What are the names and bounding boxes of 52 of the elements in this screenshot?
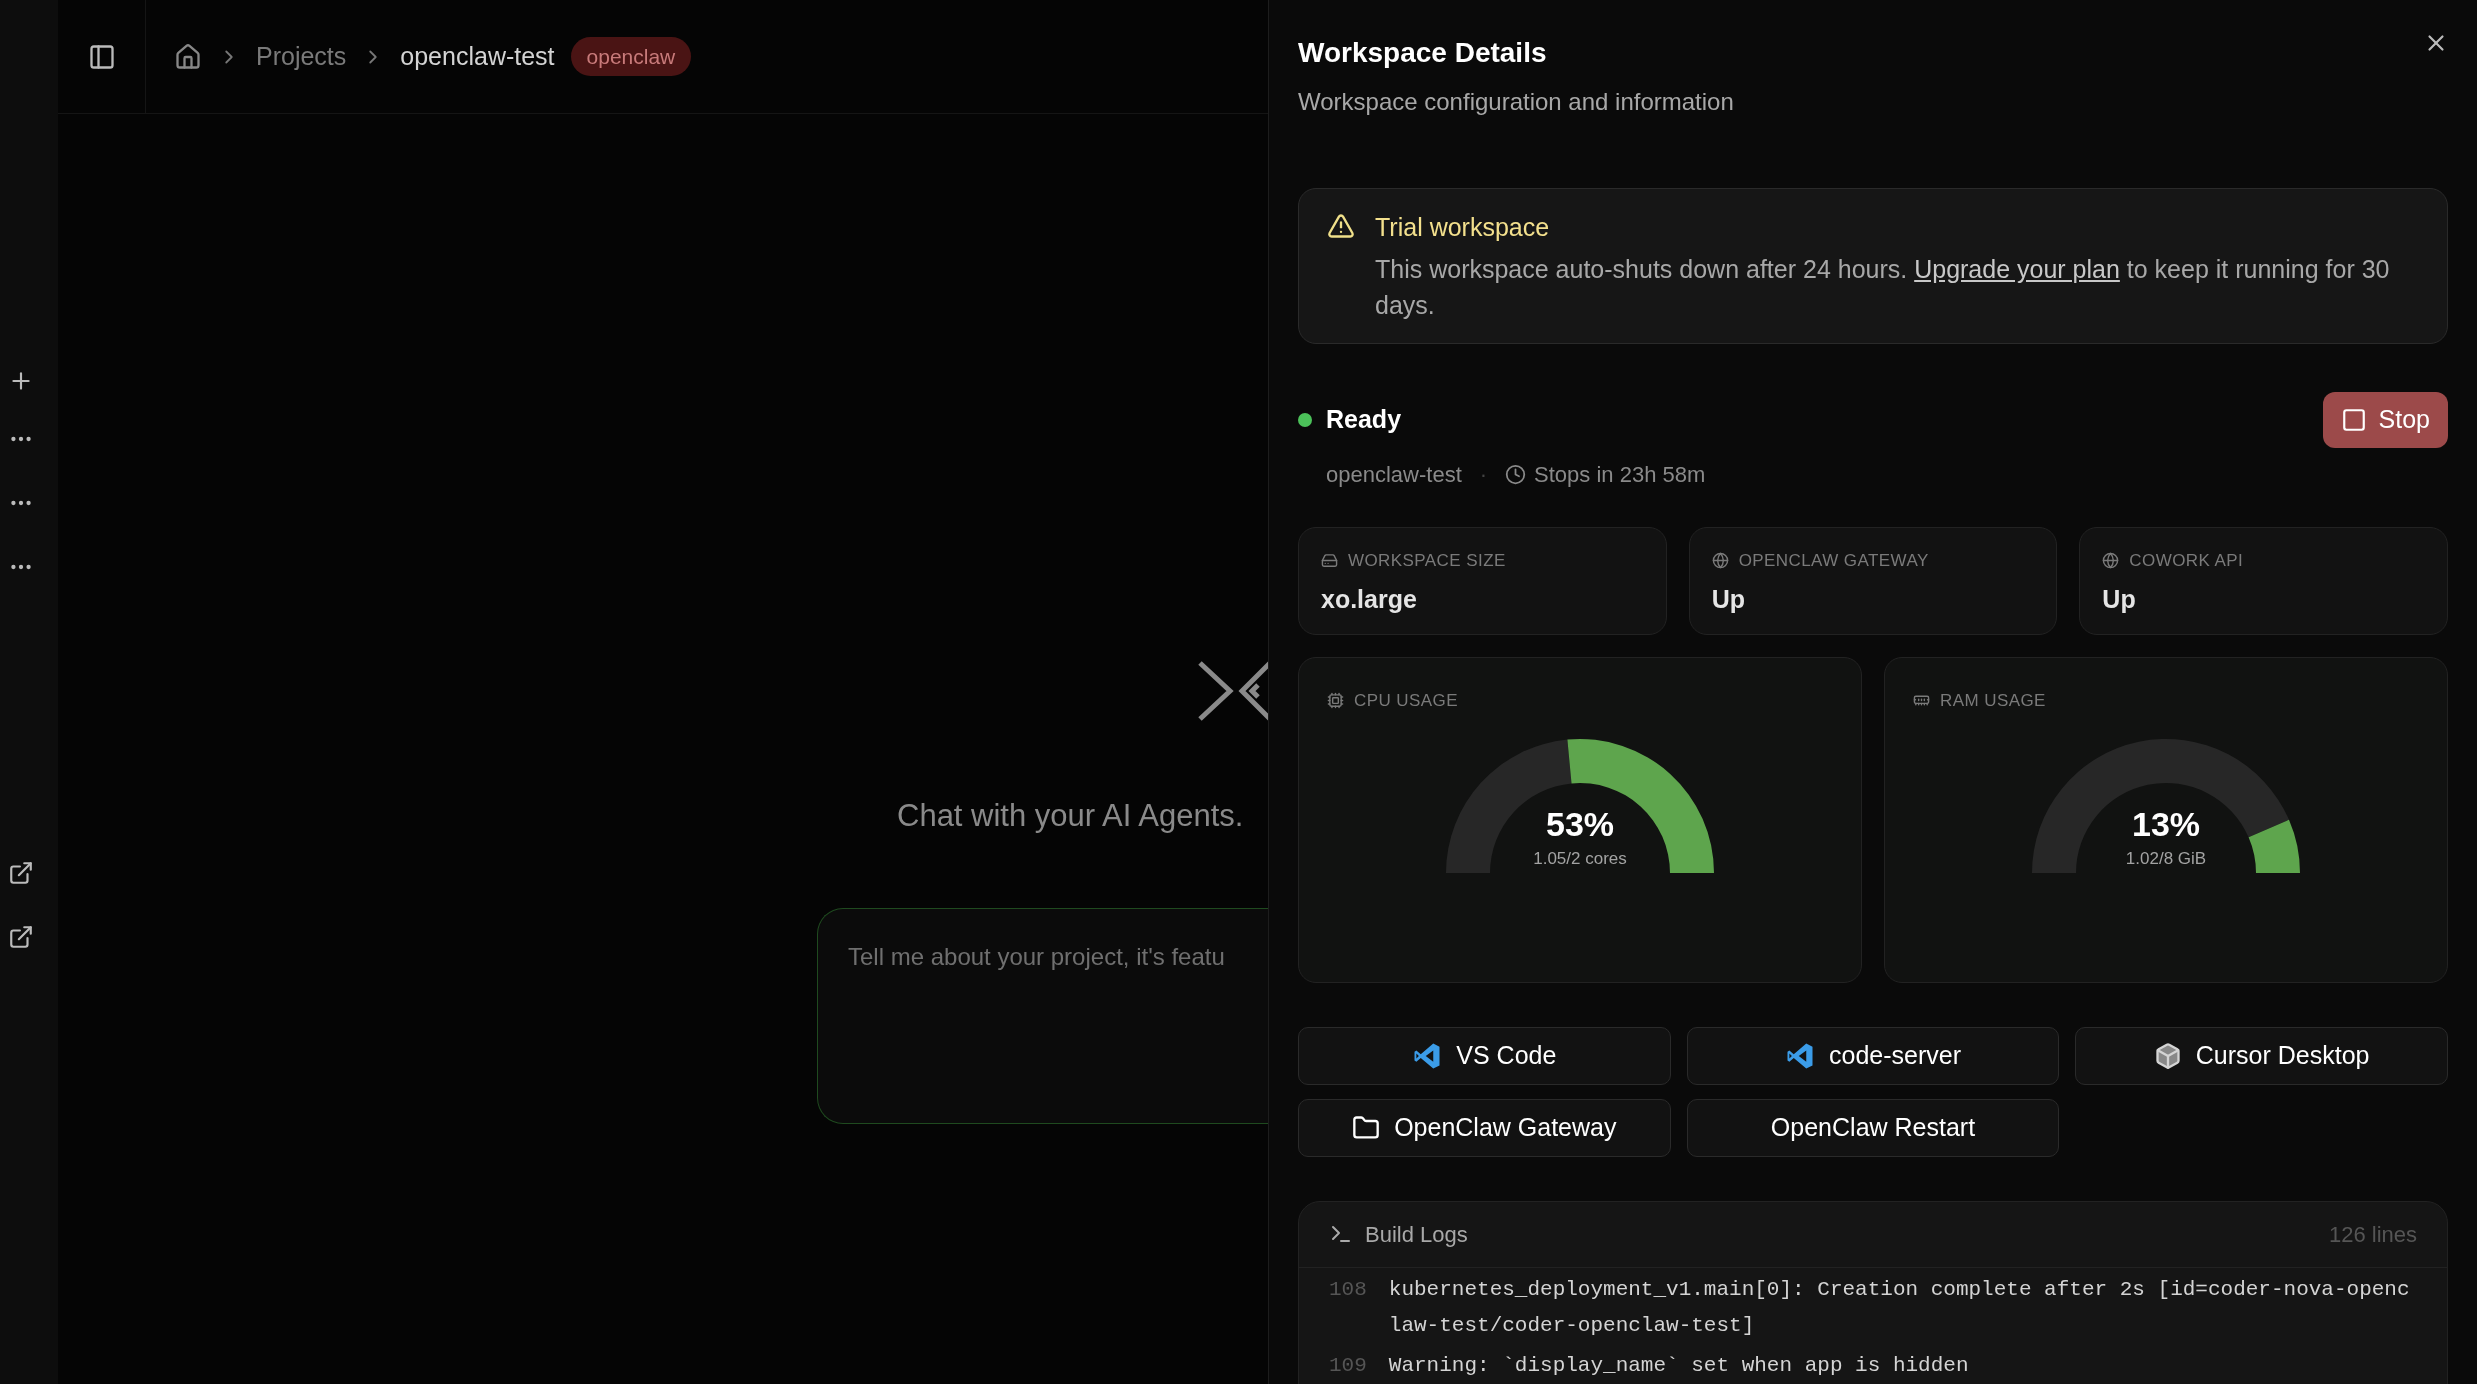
home-icon[interactable] — [174, 42, 202, 71]
stop-icon — [2340, 406, 2367, 433]
app-button[interactable]: OpenClaw Gateway — [1298, 1098, 1671, 1157]
logo-icon — [1196, 659, 1268, 723]
upgrade-link[interactable]: Upgrade your plan — [1914, 254, 2120, 283]
external-link-icon[interactable] — [8, 924, 34, 950]
clock-icon — [1505, 463, 1527, 485]
app-button[interactable]: VS Code — [1298, 1026, 1671, 1085]
stop-button[interactable]: Stop — [2322, 391, 2448, 448]
usage-detail: 1.02/8 GiB — [2125, 847, 2207, 870]
chat-input[interactable]: Tell me about your project, it's featu — [817, 907, 1268, 1124]
logs-title: Build Logs — [1365, 1220, 1468, 1249]
separator-dot: · — [1479, 460, 1488, 489]
card-label: COWORK API — [2129, 549, 2244, 572]
panel-subtitle: Workspace configuration and information — [1298, 87, 1735, 117]
card-label: RAM USAGE — [1940, 689, 2046, 712]
folder-icon — [1352, 1113, 1381, 1142]
usage-detail: 1.05/2 cores — [1533, 847, 1627, 870]
line-count: 126 lines — [2328, 1220, 2417, 1249]
drive-icon — [1321, 551, 1338, 569]
card-label: CPU USAGE — [1354, 689, 1458, 712]
card-value: Up — [2102, 584, 2137, 615]
panel-title: Workspace Details — [1298, 36, 1547, 70]
breadcrumb-link[interactable]: openclaw-test — [400, 37, 555, 76]
usage-percent: 53% — [1545, 804, 1615, 845]
globe-icon — [2102, 551, 2120, 569]
breadcrumb-link[interactable]: Projects — [256, 37, 347, 76]
usage-percent: 13% — [2131, 804, 2201, 845]
line-number: 108 — [1329, 1276, 1367, 1303]
chip-icon — [1327, 691, 1344, 709]
card-value: Up — [1711, 584, 1746, 615]
cube-icon — [2153, 1041, 2182, 1070]
alert-message: This workspace auto-shuts down after 24 hours. Upgrade your plan to keep it running for 30 days. — [1375, 253, 2391, 321]
alert-title: Trial workspace — [1375, 212, 1551, 243]
external-link-icon[interactable] — [8, 860, 34, 886]
app-button[interactable]: Cursor Desktop — [2075, 1026, 2448, 1085]
app-button[interactable]: OpenClaw Restart — [1686, 1098, 2060, 1157]
card-label: OPENCLAW GATEWAY — [1738, 549, 1929, 572]
line-number: 109 — [1329, 1352, 1367, 1379]
warning-icon — [1327, 212, 1355, 240]
card-label: WORKSPACE SIZE — [1348, 549, 1506, 572]
globe-icon — [1711, 551, 1729, 569]
card-value: xo.large — [1321, 584, 1418, 615]
workspace-name: openclaw-test — [1326, 460, 1462, 489]
app-button[interactable]: code-server — [1686, 1026, 2060, 1085]
log-line: Warning: `display_name` set when app is hidden — [1388, 1352, 1969, 1379]
sidebar-toggle-icon[interactable] — [87, 42, 116, 71]
log-line: kubernetes_deployment_v1.main[0]: Creation complete after 2s [id=coder-nova-openclaw-test/coder-openclaw-test] — [1388, 1276, 2411, 1339]
stop-timer: Stops in 23h 58m — [1534, 460, 1706, 489]
chat-heading: Chat with your AI Agents. — [897, 797, 1245, 835]
status-label: Ready — [1326, 403, 1402, 435]
project-tag: openclaw — [570, 36, 692, 77]
